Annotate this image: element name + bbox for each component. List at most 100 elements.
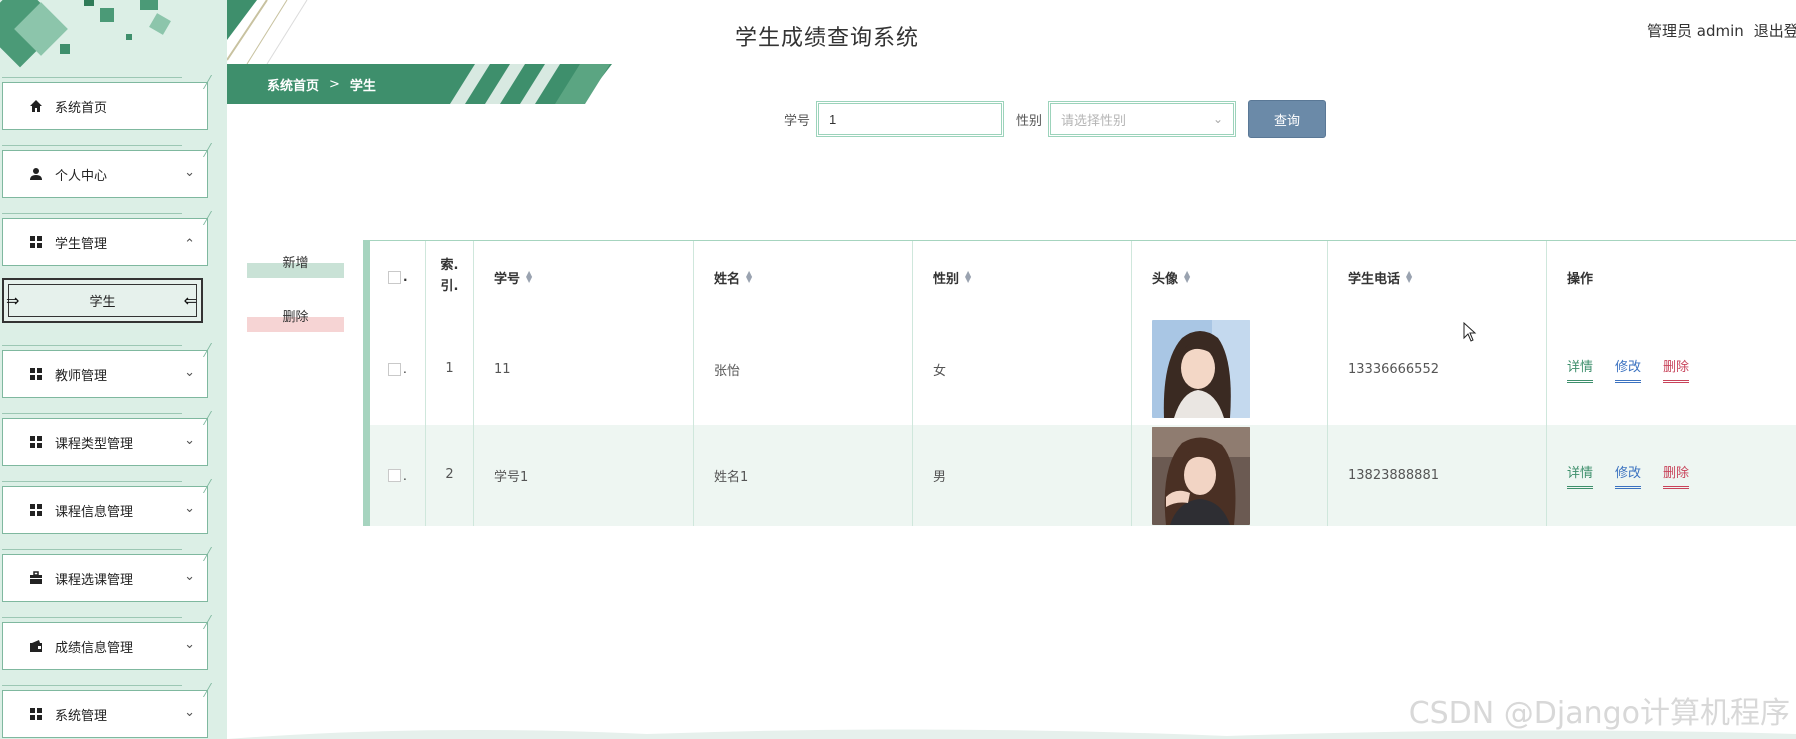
- home-icon: [29, 99, 43, 113]
- sort-icon[interactable]: ▲ ▼: [1184, 270, 1190, 284]
- sidebar-item-label: 系统管理: [55, 708, 108, 724]
- breadcrumb-separator: >: [329, 76, 340, 92]
- avatar[interactable]: [1152, 320, 1250, 418]
- detail-link[interactable]: 详情: [1567, 356, 1594, 383]
- cell-sex: 男: [913, 425, 1132, 526]
- detail-link[interactable]: 详情: [1567, 462, 1594, 489]
- header-phone[interactable]: 学生电话 ▲ ▼: [1328, 241, 1547, 313]
- grid-icon: [29, 367, 43, 381]
- chevron-up-icon: ⌃: [184, 237, 195, 252]
- header-sex-label: 性别: [933, 271, 960, 287]
- chevron-down-icon: ⌄: [184, 433, 195, 448]
- sex-select-placeholder: 请选择性别: [1061, 113, 1127, 129]
- header-ops-label: 操作: [1567, 271, 1594, 287]
- cell-index: 1: [426, 313, 474, 425]
- cell-sex: 女: [913, 313, 1132, 425]
- checkbox-dot: .: [403, 270, 408, 284]
- sid-label: 学号: [784, 113, 811, 129]
- chevron-down-icon: ⌄: [184, 569, 195, 584]
- sidebar-item-label: 课程类型管理: [55, 436, 134, 452]
- sidebar-item-personal-center[interactable]: 个人中心 ⌄: [2, 145, 208, 198]
- chevron-down-icon: ⌄: [184, 165, 195, 180]
- user-icon: [29, 167, 43, 181]
- user-area: 管理员 admin 退出登: [1647, 20, 1796, 41]
- select-all-checkbox[interactable]: [388, 270, 401, 284]
- checkbox-dot: .: [403, 362, 407, 376]
- student-table: . 索. 引. 学号 ▲ ▼ 姓名 ▲ ▼ 性别 ▲ ▼ 头像 ▲ ▼ 学生电话…: [363, 240, 1796, 526]
- row-checkbox-cell: .: [370, 313, 426, 425]
- sidebar-item-student-mgmt[interactable]: 学生管理 ⌃: [2, 213, 208, 266]
- wallet-icon: [29, 639, 43, 653]
- sidebar-item-home[interactable]: 系统首页: [2, 77, 208, 130]
- header-phone-label: 学生电话: [1348, 271, 1401, 287]
- cell-phone: 13336666552: [1328, 313, 1547, 425]
- sidebar-item-course-type-mgmt[interactable]: 课程类型管理 ⌄: [2, 413, 208, 466]
- arrow-right-icon: ⇒: [6, 291, 20, 310]
- sidebar-item-grade-info-mgmt[interactable]: 成绩信息管理 ⌄: [2, 617, 208, 670]
- sidebar-item-label: 课程选课管理: [55, 572, 134, 588]
- chevron-down-icon: ⌄: [1212, 112, 1224, 126]
- cell-photo: [1132, 425, 1328, 526]
- header-checkbox-cell: .: [370, 241, 426, 313]
- query-button[interactable]: 查询: [1248, 100, 1327, 138]
- app-root: 系统首页 个人中心 ⌄ 学生管理 ⌃ ⇒ 学生 ⇐ 教师管理 ⌄ 课程类型管理 …: [0, 0, 1796, 739]
- row-checkbox-cell: .: [370, 425, 426, 526]
- sort-icon[interactable]: ▲ ▼: [965, 270, 971, 284]
- row-checkbox[interactable]: [388, 469, 401, 482]
- header-sex[interactable]: 性别 ▲ ▼: [913, 241, 1132, 313]
- edit-link[interactable]: 修改: [1615, 462, 1642, 489]
- header-photo[interactable]: 头像 ▲ ▼: [1132, 241, 1328, 313]
- grid-icon: [29, 707, 43, 721]
- sid-input[interactable]: [816, 101, 1005, 137]
- header-index-top: 索.: [440, 258, 459, 274]
- sort-icon[interactable]: ▲ ▼: [526, 270, 532, 284]
- chevron-down-icon: ⌄: [184, 637, 195, 652]
- breadcrumb-home[interactable]: 系统首页: [267, 75, 319, 94]
- sort-icon[interactable]: ▲ ▼: [1406, 270, 1412, 284]
- delete-link[interactable]: 删除: [1663, 462, 1690, 489]
- avatar[interactable]: [1152, 426, 1250, 525]
- header-index-bottom: 引.: [440, 279, 459, 294]
- header-decoration: [227, 0, 308, 64]
- table-row: . 2 学号1 姓名1 男 13823888881 详情 修改 删除: [370, 425, 1796, 526]
- sidebar-item-system-mgmt[interactable]: 系统管理 ⌄: [2, 685, 208, 738]
- logout-link[interactable]: 退出登: [1754, 22, 1796, 40]
- batch-delete-button[interactable]: 删除: [247, 302, 344, 332]
- header-sid-label: 学号: [494, 271, 521, 287]
- cell-ops: 详情 修改 删除: [1547, 425, 1796, 526]
- cell-sid: 11: [474, 313, 694, 425]
- checkbox-dot: .: [403, 468, 407, 483]
- delete-link[interactable]: 删除: [1663, 356, 1690, 383]
- sidebar: 系统首页 个人中心 ⌄ 学生管理 ⌃ ⇒ 学生 ⇐ 教师管理 ⌄ 课程类型管理 …: [0, 0, 227, 739]
- sidebar-item-label: 课程信息管理: [55, 504, 134, 520]
- header-name[interactable]: 姓名 ▲ ▼: [694, 241, 913, 313]
- sort-icon[interactable]: ▲ ▼: [746, 270, 752, 284]
- sex-select[interactable]: 请选择性别 ⌄: [1048, 101, 1237, 137]
- watermark: CSDN @Django计算机程序: [1408, 696, 1790, 731]
- edit-link[interactable]: 修改: [1615, 356, 1642, 383]
- page-title: 学生成绩查询系统: [735, 26, 920, 51]
- subitem-frame: [8, 284, 197, 317]
- cell-ops: 详情 修改 删除: [1547, 313, 1796, 425]
- sidebar-item-course-selection-mgmt[interactable]: 课程选课管理 ⌄: [2, 549, 208, 602]
- sidebar-item-course-info-mgmt[interactable]: 课程信息管理 ⌄: [2, 481, 208, 534]
- sidebar-item-teacher-mgmt[interactable]: 教师管理 ⌄: [2, 345, 208, 398]
- briefcase-icon: [29, 571, 43, 585]
- sidebar-subitem-student[interactable]: ⇒ 学生 ⇐: [2, 278, 203, 323]
- search-form: 学号 性别 请选择性别 ⌄ 查询: [784, 100, 1327, 138]
- sidebar-item-label: 成绩信息管理: [55, 640, 134, 656]
- table-row: . 1 11 张怡 女 13336666552 详情 修改 删除: [370, 313, 1796, 425]
- breadcrumb-current: 学生: [349, 78, 376, 94]
- cell-name: 姓名1: [694, 425, 913, 526]
- grid-icon: [29, 235, 43, 249]
- sidebar-item-label: 个人中心: [55, 168, 108, 184]
- header-sid[interactable]: 学号 ▲ ▼: [474, 241, 694, 313]
- chevron-down-icon: ⌄: [184, 365, 195, 380]
- cell-phone: 13823888881: [1328, 425, 1547, 526]
- row-checkbox[interactable]: [388, 362, 401, 376]
- cell-sid: 学号1: [474, 425, 694, 526]
- cell-name: 张怡: [694, 313, 913, 425]
- header-photo-label: 头像: [1152, 271, 1179, 287]
- mouse-cursor-icon: [1463, 322, 1477, 342]
- add-button[interactable]: 新增: [247, 248, 344, 278]
